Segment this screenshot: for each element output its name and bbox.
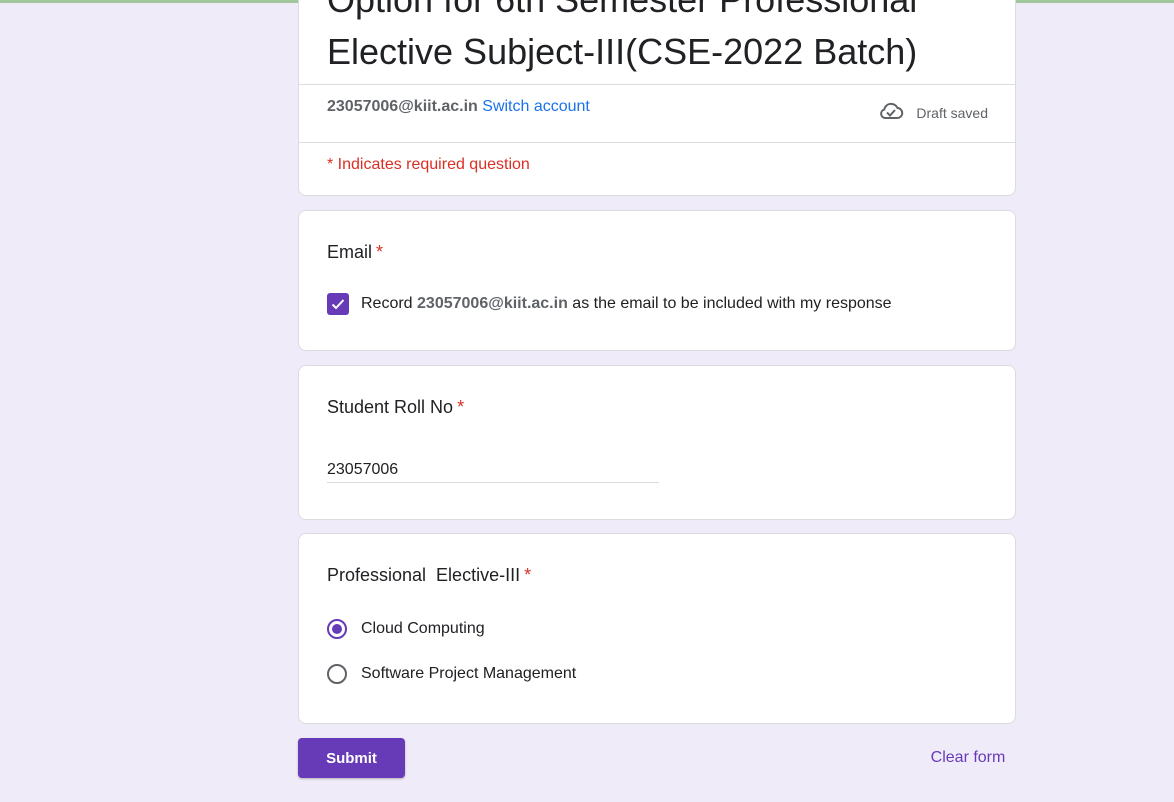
record-prefix: Record	[361, 295, 418, 312]
email-question-title: Email *	[327, 242, 383, 263]
record-email: 23057006@kiit.ac.in	[417, 295, 568, 312]
radio-dot-icon	[332, 624, 342, 634]
record-email-row: Record 23057006@kiit.ac.in as the email …	[327, 293, 892, 315]
check-icon	[331, 299, 345, 310]
account-email: 23057006@kiit.ac.in	[327, 98, 478, 115]
roll-question-card: Student Roll No *	[298, 365, 1016, 520]
required-asterisk: *	[376, 242, 384, 262]
required-asterisk: *	[524, 565, 532, 585]
record-email-label: Record 23057006@kiit.ac.in as the email …	[361, 295, 892, 313]
radio-button-selected[interactable]	[327, 619, 347, 639]
form-title-line-1: Option for 6th Semester Professional	[327, 0, 997, 26]
draft-status-text: Draft saved	[916, 104, 988, 121]
account-row: 23057006@kiit.ac.in Switch account	[327, 97, 590, 117]
roll-question-label: Student Roll No	[327, 397, 454, 417]
elective-question-label: Professional Elective-III	[327, 565, 521, 585]
roll-number-input[interactable]	[327, 458, 659, 483]
header-divider-bottom	[299, 142, 1015, 143]
option-cloud-computing[interactable]: Cloud Computing	[327, 619, 485, 639]
option-software-project-management[interactable]: Software Project Management	[327, 664, 576, 684]
header-divider-top	[299, 84, 1015, 85]
email-question-label: Email	[327, 242, 373, 262]
submit-button[interactable]: Submit	[298, 738, 405, 778]
switch-account-link[interactable]: Switch account	[482, 98, 590, 115]
record-suffix: as the email to be included with my resp…	[567, 295, 892, 312]
clear-form-button[interactable]: Clear form	[918, 738, 1018, 778]
elective-question-title: Professional Elective-III *	[327, 565, 531, 586]
option-label: Cloud Computing	[361, 620, 485, 637]
email-question-card: Email * Record 23057006@kiit.ac.in as the…	[298, 210, 1016, 351]
option-label: Software Project Management	[361, 665, 577, 682]
form-title: Option for 6th Semester Professional Ele…	[327, 0, 997, 73]
draft-status: Draft saved	[878, 101, 988, 124]
record-email-checkbox[interactable]	[327, 293, 349, 315]
roll-question-title: Student Roll No *	[327, 397, 464, 418]
required-note: * Indicates required question	[327, 156, 530, 173]
required-asterisk: *	[457, 397, 465, 417]
form-header-card: Option for 6th Semester Professional Ele…	[298, 0, 1016, 196]
radio-button[interactable]	[327, 664, 347, 684]
cloud-check-icon	[878, 101, 904, 124]
elective-question-card: Professional Elective-III * Cloud Computi…	[298, 533, 1016, 724]
form-title-line-2: Elective Subject-III(CSE-2022 Batch)	[327, 31, 918, 72]
